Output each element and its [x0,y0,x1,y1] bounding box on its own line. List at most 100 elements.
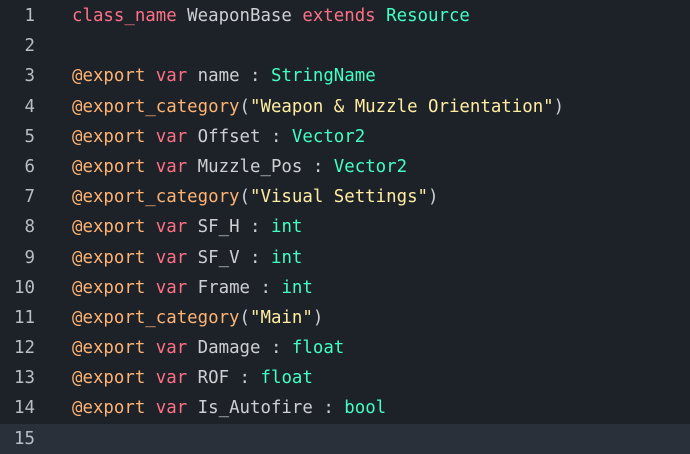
code-token-kw: class_name [72,6,177,26]
code-token-id [145,248,155,268]
code-token-id [145,217,155,237]
code-text: @export_category("Weapon & Muzzle Orient… [72,92,564,122]
code-token-str: "Weapon & Muzzle Orientation" [250,96,554,117]
line-number: 14 [14,398,35,419]
code-token-kw: var [155,156,188,177]
code-line[interactable]: 2 [0,31,690,61]
code-line[interactable]: 6 @export var Muzzle_Pos : Vector2 [0,152,690,182]
code-line[interactable]: 12 @export var Damage : float [0,333,690,363]
code-text: @export var Is_Autofire : bool [72,393,386,423]
code-token-type: int [270,247,303,268]
code-token-id [145,127,155,147]
line-number: 9 [24,247,35,268]
code-token-id: Frame : [187,277,282,298]
line-number: 15 [14,428,35,449]
code-line[interactable]: 9 @export var SF_V : int [0,243,690,273]
code-token-punct: ) [428,187,439,208]
code-text: @export_category("Main") [72,303,323,333]
code-token-kw: extends [302,6,376,26]
code-token-id [145,398,155,418]
code-token-id [145,278,155,298]
code-token-id: ROF : [187,368,261,389]
code-text: @export var Muzzle_Pos : Vector2 [72,152,407,182]
code-token-type: float [291,338,345,359]
code-token-id: Is_Autofire : [187,398,345,419]
code-token-id [376,6,386,26]
code-token-kw: var [155,398,188,419]
code-token-type: int [270,217,303,238]
code-text: @export var SF_V : int [72,243,302,273]
code-token-id [145,338,155,358]
code-token-punct: ) [553,96,565,117]
code-editor[interactable]: 1 class_name WeaponBase extends Resource 2… [0,0,690,454]
code-token-id [145,66,155,86]
code-token-anno: @export [72,217,146,238]
code-token-type: Vector2 [333,156,408,177]
line-number: 2 [24,36,35,57]
line-number: 1 [24,6,35,26]
code-token-kw: var [155,247,188,268]
code-line[interactable]: 4 @export_category("Weapon & Muzzle Orien… [0,92,690,122]
code-token-punct: ) [312,307,324,328]
code-line[interactable]: 8 @export var SF_H : int [0,212,690,242]
code-line[interactable]: 3 @export var name : StringName [0,61,690,91]
code-line[interactable]: 14 @export var Is_Autofire : bool [0,393,690,423]
line-number: 12 [14,338,35,359]
line-number: 3 [24,66,35,87]
code-text: @export var SF_H : int [72,212,302,242]
code-token-punct: ( [239,187,251,208]
code-token-id: name : [187,66,271,87]
code-token-anno: @export [72,126,146,147]
code-text: @export var name : StringName [72,61,376,91]
code-line[interactable]: 10 @export var Frame : int [0,273,690,303]
line-number: 11 [14,307,35,328]
code-token-type: StringName [270,66,376,87]
code-token-type: float [260,368,313,389]
code-token-kw: var [155,368,188,389]
line-number: 7 [24,187,35,208]
code-token-id [145,368,155,388]
code-token-kw: var [155,217,188,238]
code-token-type: Resource [386,6,470,26]
code-token-anno: @export [72,277,146,298]
code-text: @export_category("Visual Settings") [72,182,439,212]
code-token-anno: @export [72,398,146,419]
code-text: @export var Offset : Vector2 [72,122,365,152]
code-token-anno: @export [72,156,146,177]
code-token-type: int [281,277,313,298]
code-token-type: bool [344,398,387,419]
code-line[interactable]: 13 @export var ROF : float [0,363,690,393]
code-token-id: Damage : [187,338,292,359]
code-line[interactable]: 5 @export var Offset : Vector2 [0,122,690,152]
code-token-kw: var [155,66,188,87]
code-token-id: WeaponBase [176,6,303,26]
code-line[interactable]: 1 class_name WeaponBase extends Resource [0,1,690,31]
code-token-punct: ( [239,307,251,328]
line-number: 4 [24,96,35,117]
code-token-kw: var [155,126,188,147]
code-token-id: Offset : [187,126,292,147]
line-number: 5 [24,126,35,147]
code-token-anno: @export [72,66,146,87]
code-token-anno: @export_category [72,187,240,208]
code-token-kw: var [155,338,188,359]
code-token-anno: @export_category [72,96,240,117]
code-text: @export var ROF : float [72,363,313,393]
code-token-id: Muzzle_Pos : [187,156,334,177]
code-token-anno: @export_category [72,307,240,328]
code-token-str: "Main" [250,307,313,328]
code-token-id: SF_H : [187,217,271,238]
code-token-punct: ( [239,96,251,117]
line-number: 10 [14,277,35,298]
current-code-line[interactable]: 15 [0,423,690,454]
code-line[interactable]: 11 @export_category("Main") [0,303,690,333]
code-token-str: "Visual Settings" [250,187,429,208]
code-token-anno: @export [72,247,146,268]
code-text: @export var Damage : float [72,333,344,363]
code-token-type: Vector2 [291,126,366,147]
code-token-anno: @export [72,338,146,359]
code-token-anno: @export [72,368,146,389]
line-number: 8 [24,217,35,238]
line-number: 6 [24,156,35,177]
code-line[interactable]: 7 @export_category("Visual Settings") [0,182,690,212]
